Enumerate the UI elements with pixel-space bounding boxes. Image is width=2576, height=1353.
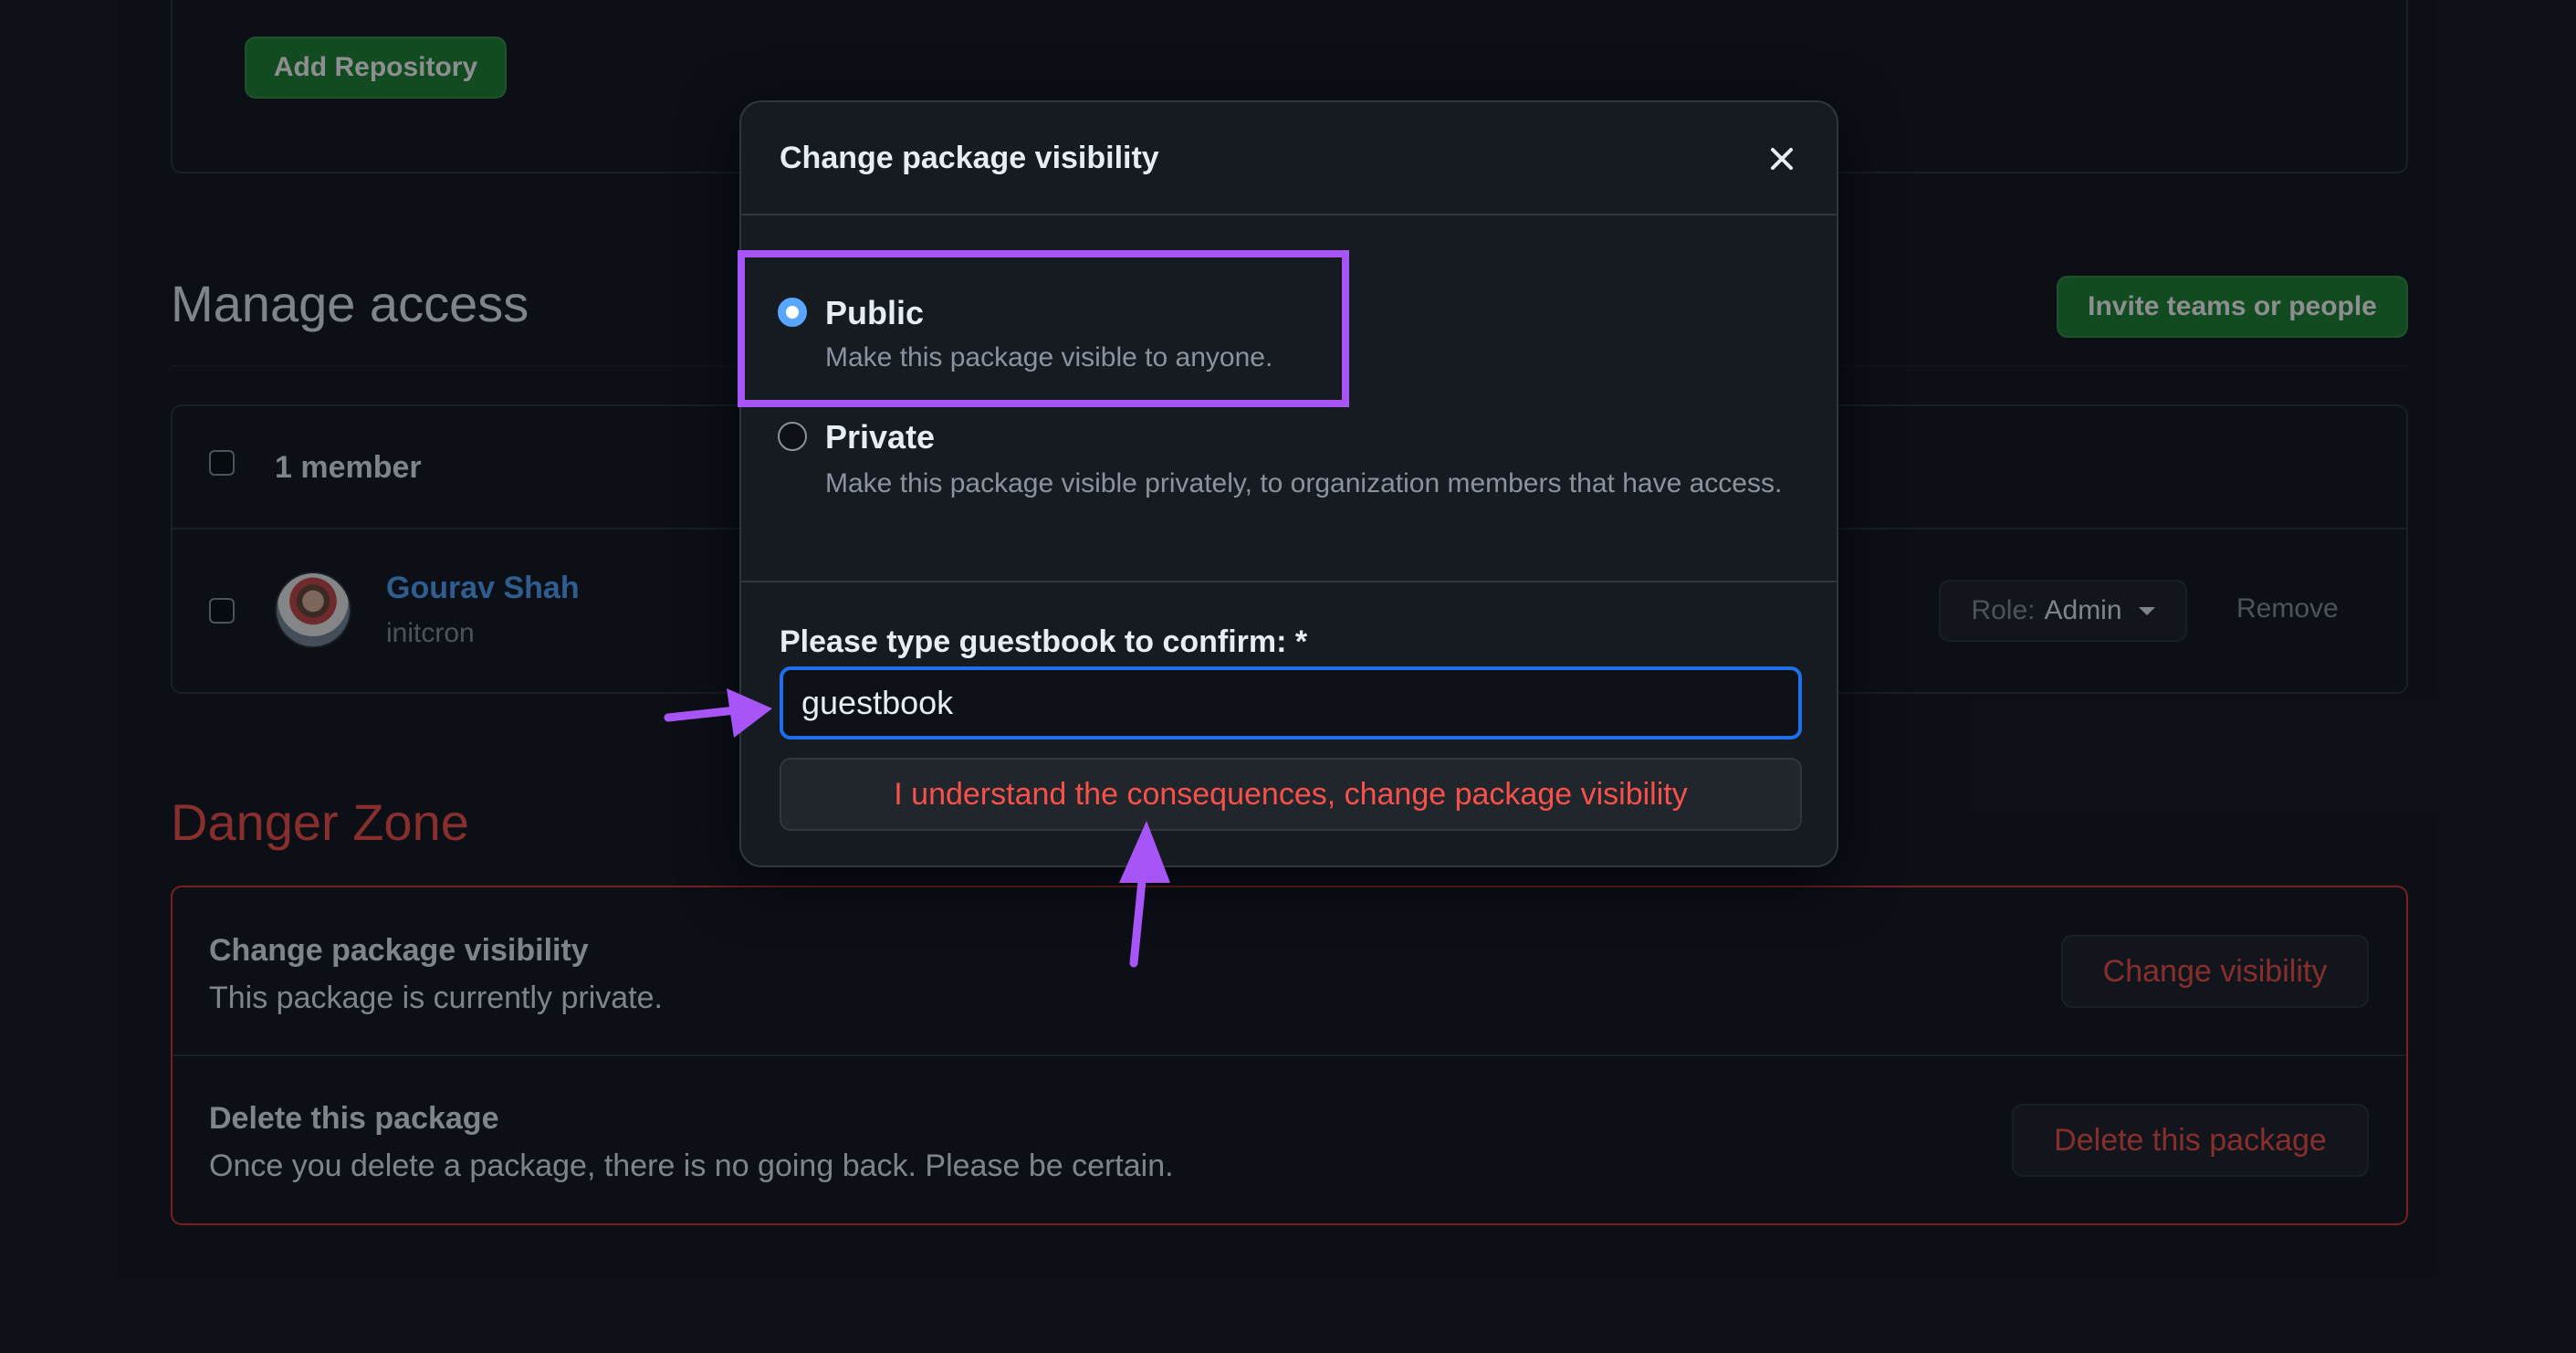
change-visibility-title: Change package visibility: [209, 933, 589, 968]
member-count: 1 member: [275, 450, 422, 485]
divider: [741, 581, 1837, 582]
manage-access-heading: Manage access: [171, 275, 529, 332]
dialog-header: Change package visibility: [741, 102, 1837, 215]
private-radio[interactable]: [778, 422, 807, 451]
confirm-label: Please type guestbook to confirm: *: [780, 624, 1308, 659]
private-option-description: Make this package visible privately, to …: [825, 468, 1783, 498]
public-radio[interactable]: [778, 298, 807, 327]
public-option-description: Make this package visible to anyone.: [825, 342, 1273, 372]
dialog-title: Change package visibility: [780, 141, 1159, 175]
confirm-change-visibility-button[interactable]: I understand the consequences, change pa…: [780, 758, 1802, 831]
close-button[interactable]: [1762, 139, 1802, 179]
delete-package-button[interactable]: Delete this package: [2012, 1104, 2369, 1177]
danger-zone-heading: Danger Zone: [171, 793, 469, 851]
remove-member-button[interactable]: Remove: [2236, 593, 2339, 624]
change-visibility-button[interactable]: Change visibility: [2061, 935, 2369, 1008]
member-checkbox[interactable]: [209, 598, 235, 624]
private-option-label: Private: [825, 418, 936, 456]
role-value: Admin: [2044, 595, 2122, 625]
change-visibility-description: This package is currently private.: [209, 981, 663, 1015]
change-visibility-dialog: Change package visibility Public Make th…: [739, 100, 1838, 867]
member-name-link[interactable]: Gourav Shah: [386, 571, 580, 606]
invite-teams-button[interactable]: Invite teams or people: [2057, 276, 2408, 338]
public-option-label: Public: [825, 294, 925, 331]
delete-package-title: Delete this package: [209, 1101, 499, 1136]
role-dropdown[interactable]: Role: Admin: [1939, 580, 2187, 642]
delete-package-description: Once you delete a package, there is no g…: [209, 1148, 1174, 1183]
chevron-down-icon: [2138, 606, 2155, 615]
divider: [173, 1054, 2406, 1056]
avatar: [275, 572, 351, 648]
role-label: Role:: [1971, 595, 2036, 625]
close-icon: [1771, 148, 1793, 170]
confirm-input[interactable]: [780, 666, 1802, 739]
page: Add Repository Manage access Invite team…: [0, 0, 2576, 1353]
select-all-checkbox[interactable]: [209, 450, 235, 476]
add-repository-button[interactable]: Add Repository: [245, 37, 507, 99]
member-org: initcron: [386, 618, 475, 648]
